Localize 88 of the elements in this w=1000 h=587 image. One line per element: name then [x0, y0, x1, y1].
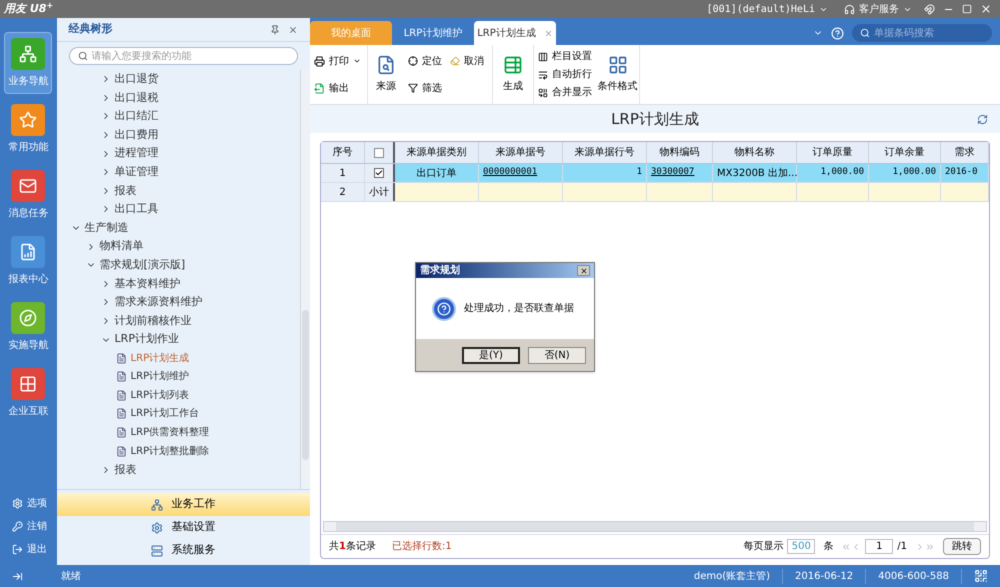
conditional-format-button[interactable]: 条件格式	[596, 45, 640, 104]
page-title: LRP计划生成	[611, 108, 699, 130]
dialog-message: 处理成功，是否联查单据	[464, 302, 574, 316]
source-button[interactable]: 来源	[372, 45, 400, 104]
tree-item[interactable]: 进程管理	[100, 145, 159, 162]
section-item[interactable]: 基础设置	[56, 516, 310, 539]
export-button[interactable]: 输出	[314, 80, 363, 96]
table-cell-text: 1,000.00	[820, 166, 864, 180]
dialog-button[interactable]: 否(N)	[528, 346, 586, 364]
cell-link[interactable]: 30300007	[651, 166, 694, 180]
table-cell-text: MX3200B 出加...	[717, 166, 798, 180]
dialog-button[interactable]: 是(Y)	[462, 346, 520, 364]
section-item[interactable]: 系统服务	[56, 539, 310, 562]
table-cell-text: 2	[339, 186, 346, 200]
tree-item[interactable]: LRP计划维护	[116, 369, 190, 384]
column-header: 订单余量	[869, 142, 941, 163]
status-text: 就绪	[61, 570, 82, 584]
selected-count: 已选择行数:1	[392, 540, 452, 554]
column-header: 需求	[941, 142, 989, 163]
column-header: 来源单据行号	[563, 142, 647, 163]
app-logo: 用友 U8$^{+}$	[4, 0, 54, 17]
tree-item[interactable]: 出口退货	[100, 71, 159, 88]
table-cell-text: 1,000.00	[892, 166, 936, 180]
tab[interactable]: LRP计划维护	[392, 21, 474, 45]
tree-item[interactable]: 需求规划[演示版]	[86, 256, 186, 274]
jump-button[interactable]: 跳转	[943, 538, 981, 555]
tree-item[interactable]: 计划前稽核作业	[100, 312, 192, 330]
table-cell-text: 1	[339, 166, 346, 180]
page-total: /1	[897, 540, 907, 554]
tree-item[interactable]: 需求来源资料维护	[100, 294, 203, 311]
service-menu[interactable]: 客户服务	[859, 2, 899, 16]
tree-item[interactable]: LRP计划生成	[116, 350, 190, 366]
column-header: 订单原量	[797, 142, 869, 163]
page-field[interactable]: 1	[865, 539, 894, 554]
rail-item[interactable]: 常用功能	[4, 98, 52, 160]
tree-item[interactable]: 报表	[100, 182, 137, 200]
tree-item[interactable]: 单证管理	[100, 164, 159, 181]
column-header: 物料编码	[647, 142, 713, 163]
tree-item[interactable]: LRP计划列表	[116, 388, 190, 403]
per-page-label: 每页显示	[743, 540, 784, 554]
wrap-button[interactable]: 自动折行	[538, 67, 592, 82]
tree-item[interactable]: 报表	[100, 462, 137, 478]
generate-button[interactable]: 生成	[497, 45, 529, 104]
tree-item[interactable]: LRP供需资料整理	[116, 425, 210, 440]
column-settings-button[interactable]: 栏目设置	[538, 49, 592, 64]
table-cell-text: 1	[636, 166, 642, 180]
rail-item[interactable]: 消息任务	[4, 164, 52, 226]
account-dropdown[interactable]: [001](default)HeLi	[706, 2, 815, 16]
table-cell-text: 2016-0	[945, 166, 978, 180]
status-user: demo(账套主管)	[682, 568, 784, 584]
filter-button[interactable]: 筛选	[408, 80, 484, 96]
merge-button[interactable]: 合并显示	[538, 85, 592, 100]
column-header: 来源单据号	[479, 142, 563, 163]
column-header: 来源单据类别	[395, 142, 479, 163]
tree-item[interactable]: LRP计划工作台	[116, 406, 200, 422]
per-page-unit: 条	[823, 540, 834, 554]
tree-item[interactable]: 物料清单	[86, 238, 144, 255]
table-row[interactable]: 2 小计	[321, 183, 989, 202]
table-cell-text: 小计	[369, 186, 389, 200]
rail-item[interactable]: 实施导航	[4, 296, 52, 358]
record-count: 共1条记录	[329, 540, 376, 554]
tab[interactable]: LRP计划生成	[474, 21, 556, 45]
status-date: 2016-06-12	[783, 568, 866, 584]
rail-item[interactable]: 报表中心	[4, 230, 52, 292]
tree-item[interactable]: 出口工具	[100, 201, 159, 218]
dialog-title: 需求规划	[420, 264, 461, 278]
section-item[interactable]: 业务工作	[56, 493, 310, 516]
tree-item[interactable]: 基本资料维护	[100, 276, 181, 292]
rail-bottom-item[interactable]: 退出	[0, 538, 57, 561]
tree-item[interactable]: 生产制造	[70, 220, 129, 236]
rail-bottom-item[interactable]: 注销	[0, 515, 57, 538]
rail-bottom-item[interactable]: 选项	[0, 492, 57, 515]
status-phone: 4006-600-588	[866, 568, 962, 584]
column-header: 序号	[321, 142, 365, 163]
table-cell-text: 出口订单	[416, 166, 456, 180]
rail-item[interactable]: 企业互联	[4, 362, 52, 424]
cancel-button[interactable]: 取消	[450, 54, 484, 68]
tree-item[interactable]: 出口退税	[100, 90, 159, 106]
print-button[interactable]: 打印	[314, 54, 363, 68]
cell-link[interactable]: 0000000001	[483, 166, 538, 180]
tree-item[interactable]: LRP计划作业	[100, 331, 179, 348]
locate-button[interactable]: 定位	[408, 54, 442, 68]
tree-item[interactable]: 出口结汇	[100, 108, 159, 125]
table-row[interactable]: 1 出口订单 0000000001 1 30300007 MX3200B 出加... 1,000.00 1,000.00 2016-0	[321, 164, 989, 183]
panel-title: 经典树形	[68, 21, 114, 38]
tree-item[interactable]: LRP计划整批删除	[116, 444, 210, 459]
tree-item[interactable]: 出口费用	[100, 126, 159, 144]
column-header: 物料名称	[713, 142, 797, 163]
